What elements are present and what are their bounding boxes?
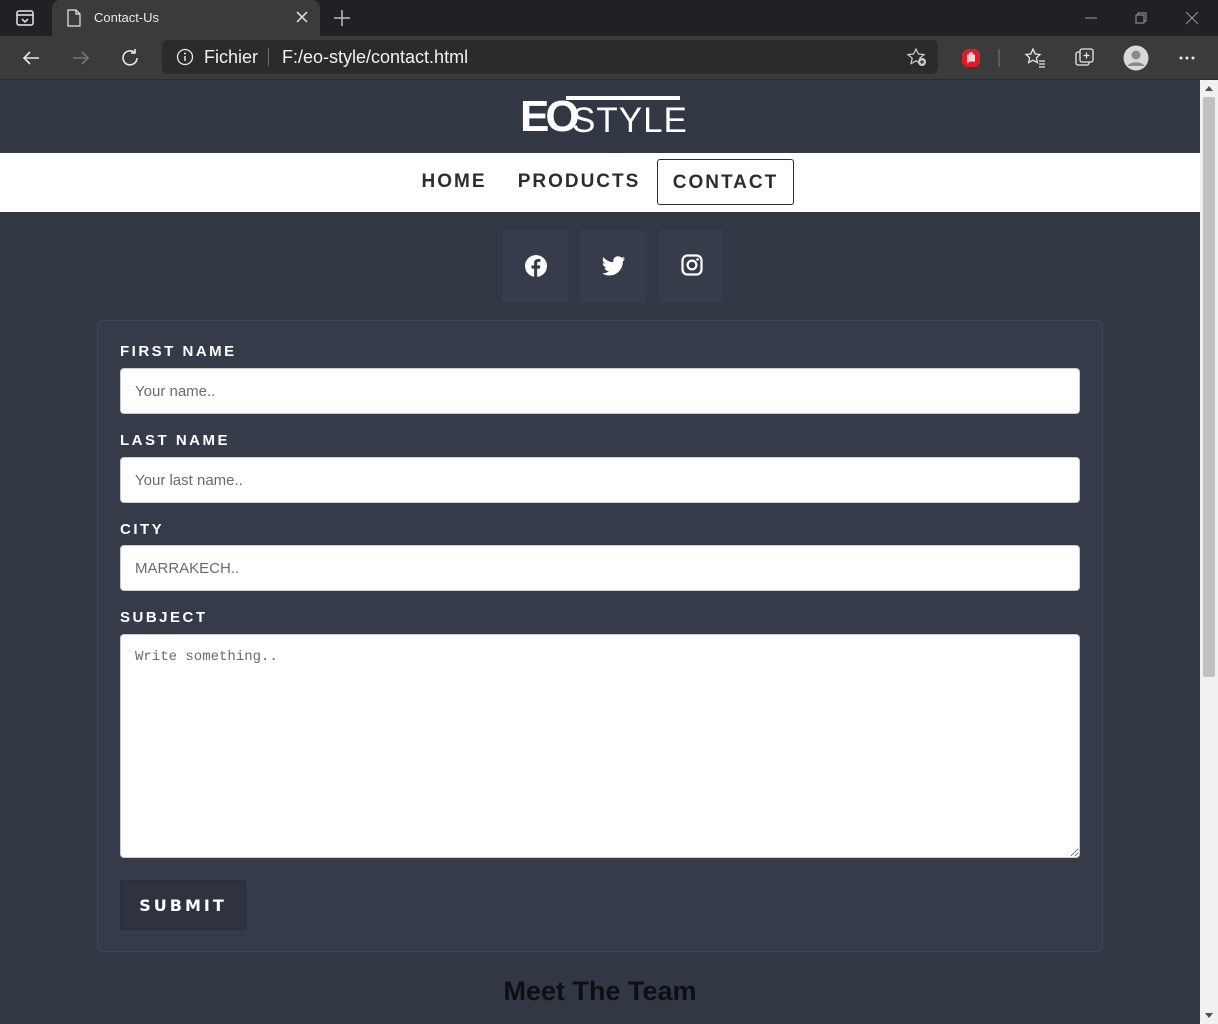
facebook-icon bbox=[525, 255, 547, 277]
minimize-icon[interactable] bbox=[1082, 9, 1100, 27]
toolbar-separator bbox=[998, 49, 1000, 67]
submit-button[interactable]: SUBMIT bbox=[120, 880, 246, 930]
refresh-icon[interactable] bbox=[119, 47, 141, 69]
address-bar[interactable]: Fichier F:/eo-style/contact.html bbox=[162, 40, 938, 74]
first-name-label: FIRST NAME bbox=[120, 343, 237, 360]
forward-icon[interactable] bbox=[70, 47, 92, 69]
browser-toolbar: Fichier F:/eo-style/contact.html bbox=[0, 36, 1218, 80]
site-logo[interactable]: EO STYLE bbox=[520, 92, 687, 141]
nav-products[interactable]: PRODUCTS bbox=[512, 159, 646, 205]
logo-style: STYLE bbox=[572, 101, 688, 140]
profile-avatar-icon[interactable] bbox=[1123, 45, 1149, 71]
last-name-input[interactable] bbox=[120, 457, 1080, 503]
city-label: CITY bbox=[120, 521, 165, 538]
team-heading: Meet The Team bbox=[503, 976, 697, 1006]
twitter-link[interactable] bbox=[580, 230, 646, 302]
close-window-icon[interactable] bbox=[1183, 9, 1201, 27]
subject-label: SUBJECT bbox=[120, 609, 208, 626]
page-scrollbar[interactable] bbox=[1200, 80, 1218, 1024]
tab-title: Contact-Us bbox=[94, 10, 160, 25]
scrollbar-thumb[interactable] bbox=[1203, 97, 1215, 677]
tab-actions-icon[interactable] bbox=[14, 8, 36, 28]
more-menu-icon[interactable] bbox=[1176, 47, 1198, 69]
favorites-icon[interactable] bbox=[1024, 47, 1046, 69]
browser-tab[interactable]: Contact-Us bbox=[52, 0, 320, 36]
back-icon[interactable] bbox=[20, 47, 42, 69]
close-tab-icon[interactable] bbox=[294, 9, 310, 25]
adblock-icon[interactable] bbox=[960, 47, 982, 69]
address-separator bbox=[268, 48, 269, 66]
restore-icon[interactable] bbox=[1132, 9, 1150, 27]
add-favorite-icon[interactable] bbox=[906, 47, 928, 72]
page-content: EO STYLE HOME PRODUCTS CONTACT FIRST NAM… bbox=[0, 80, 1200, 1024]
logo-eo: EO bbox=[520, 92, 580, 141]
instagram-icon bbox=[681, 254, 703, 276]
nav-home[interactable]: HOME bbox=[410, 159, 498, 205]
subject-textarea[interactable] bbox=[120, 634, 1080, 858]
last-name-label: LAST NAME bbox=[120, 432, 230, 449]
scroll-down-icon[interactable] bbox=[1205, 1013, 1213, 1018]
info-icon[interactable] bbox=[176, 48, 194, 71]
page-icon bbox=[66, 9, 82, 32]
collections-icon[interactable] bbox=[1074, 47, 1096, 69]
facebook-link[interactable] bbox=[502, 230, 568, 302]
logo-bar bbox=[566, 96, 680, 100]
contact-form: FIRST NAME LAST NAME CITY SUBJECT SUBMIT bbox=[97, 320, 1103, 952]
address-scheme: Fichier bbox=[204, 47, 259, 67]
city-input[interactable] bbox=[120, 545, 1080, 591]
instagram-link[interactable] bbox=[659, 230, 723, 302]
address-url: F:/eo-style/contact.html bbox=[282, 47, 469, 67]
scroll-up-icon[interactable] bbox=[1205, 86, 1213, 91]
browser-tabbar: Contact-Us bbox=[0, 0, 1218, 36]
nav-contact[interactable]: CONTACT bbox=[657, 159, 794, 205]
new-tab-icon[interactable] bbox=[332, 8, 352, 28]
first-name-input[interactable] bbox=[120, 368, 1080, 414]
main-nav: HOME PRODUCTS CONTACT bbox=[0, 153, 1200, 212]
twitter-icon bbox=[602, 256, 625, 276]
